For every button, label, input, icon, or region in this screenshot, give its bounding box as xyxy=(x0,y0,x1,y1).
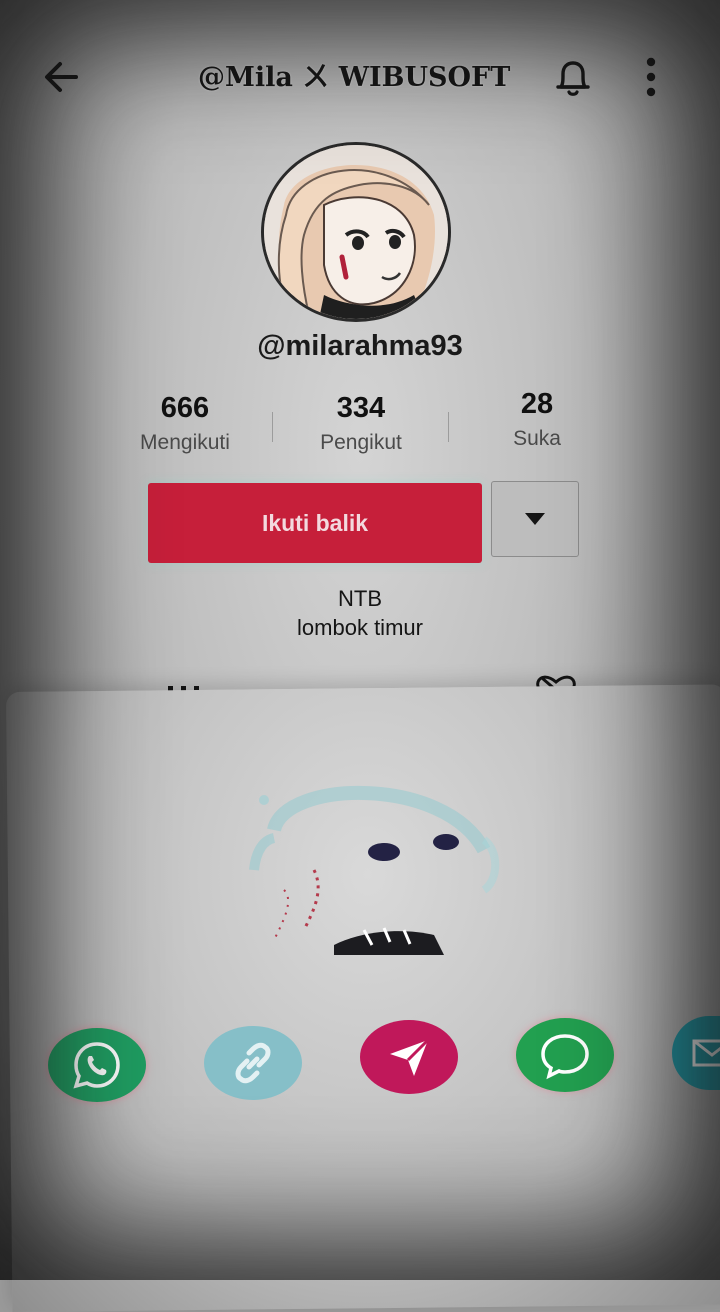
bell-icon xyxy=(556,61,590,96)
stat-followers-value: 334 xyxy=(336,392,386,424)
link-icon xyxy=(235,1042,271,1084)
caret-down-icon xyxy=(525,513,545,525)
avatar[interactable] xyxy=(264,145,448,319)
stat-divider xyxy=(272,412,273,442)
profile-screen: @Mila ㄨ WIBUSOFT @milarahma93 666 Mengik… xyxy=(0,0,720,1312)
share-copy-link-button[interactable] xyxy=(204,1026,302,1100)
stat-likes-value: 28 xyxy=(520,388,554,420)
top-bar: @Mila ㄨ WIBUSOFT xyxy=(0,30,720,120)
stat-likes-label: Suka xyxy=(513,427,561,450)
follow-back-button[interactable]: Ikuti balik xyxy=(148,483,482,563)
mail-icon xyxy=(692,1039,720,1067)
bio-line: NTB xyxy=(338,586,382,611)
whatsapp-icon xyxy=(73,1042,120,1089)
stat-following-value: 666 xyxy=(160,392,210,424)
share-direct-message-button[interactable] xyxy=(360,1020,458,1094)
profile-bio: NTB lombok timur xyxy=(0,584,720,642)
stat-likes[interactable]: 28 Suka xyxy=(452,388,622,451)
share-sms-button[interactable] xyxy=(516,1018,614,1092)
anime-avatar-image xyxy=(264,145,448,319)
page-title: @Mila ㄨ WIBUSOFT xyxy=(198,62,511,93)
bio-line: lombok timur xyxy=(297,615,423,640)
notification-button[interactable] xyxy=(548,52,598,102)
stat-followers-label: Pengikut xyxy=(320,431,402,454)
chat-bubble-icon xyxy=(541,1034,589,1080)
share-sheet-avatar xyxy=(249,786,500,955)
arrow-left-icon xyxy=(45,62,78,92)
suggested-accounts-button[interactable] xyxy=(491,481,579,557)
stat-followers[interactable]: 334 Pengikut xyxy=(276,392,446,455)
more-options-button[interactable] xyxy=(626,52,676,102)
more-vertical-icon xyxy=(646,57,656,97)
share-whatsapp-button[interactable] xyxy=(48,1028,146,1102)
back-button[interactable] xyxy=(36,52,86,102)
send-icon xyxy=(390,1038,430,1076)
stat-following-label: Mengikuti xyxy=(140,431,230,454)
stat-divider xyxy=(448,412,449,442)
profile-username: @milarahma93 xyxy=(257,330,463,362)
stat-following[interactable]: 666 Mengikuti xyxy=(100,392,270,455)
